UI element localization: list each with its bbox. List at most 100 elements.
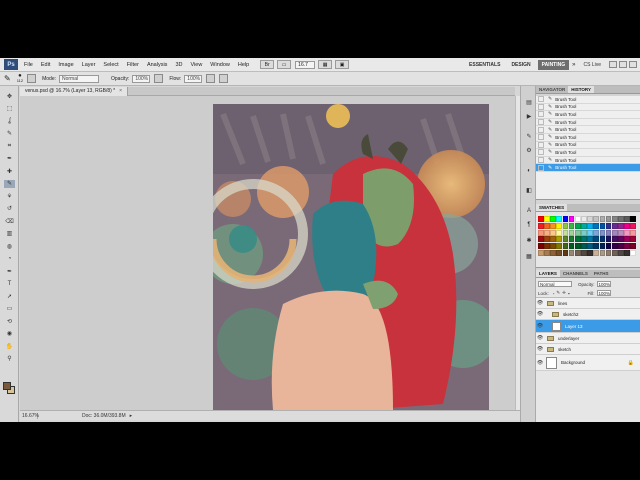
quick-select-icon[interactable]: ✎ — [4, 130, 15, 138]
color-swatch[interactable] — [556, 236, 563, 243]
workspace-design[interactable]: DESIGN — [507, 60, 534, 70]
arrange-button[interactable]: ▦ — [318, 60, 333, 69]
history-snapshot-checkbox[interactable] — [538, 96, 544, 103]
color-swatch[interactable] — [556, 243, 563, 250]
history-snapshot-checkbox[interactable] — [538, 157, 544, 164]
more-workspaces-button[interactable]: » — [572, 62, 575, 68]
3d-rotate-icon[interactable]: ⟲ — [4, 317, 15, 325]
color-swatch[interactable] — [538, 216, 544, 223]
history-item[interactable]: ✎ Brush Tool — [536, 141, 640, 150]
color-swatch[interactable] — [605, 216, 612, 223]
menu-filter[interactable]: Filter — [127, 62, 139, 68]
close-document-icon[interactable]: × — [119, 88, 122, 94]
brush-icon[interactable]: ✎ — [4, 179, 15, 188]
color-swatch[interactable] — [574, 249, 581, 256]
workspace-essentials[interactable]: ESSENTIALS — [465, 60, 504, 70]
color-swatch[interactable] — [593, 216, 600, 223]
color-swatch[interactable] — [550, 236, 556, 243]
color-swatch[interactable] — [624, 216, 630, 223]
blend-mode-select[interactable]: Normal — [538, 281, 572, 287]
color-swatch[interactable] — [599, 222, 606, 229]
status-menu-arrow[interactable]: ▸ — [130, 413, 133, 419]
history-item[interactable]: ✎ Brush Tool — [536, 134, 640, 142]
clone-source-icon[interactable]: ⚙ — [524, 146, 534, 155]
actions-panel-icon[interactable]: ▶ — [524, 112, 534, 121]
eye-icon[interactable]: 👁 — [536, 311, 544, 317]
color-swatch[interactable] — [587, 249, 593, 256]
color-swatch[interactable] — [538, 229, 544, 236]
color-swatch[interactable] — [630, 222, 636, 229]
swatches-tab-swatches[interactable]: SWATCHES — [536, 204, 568, 211]
tool-presets-icon[interactable]: ✱ — [524, 236, 534, 245]
menu-file[interactable]: File — [24, 62, 33, 68]
gradient-icon[interactable]: ▥ — [4, 230, 15, 238]
lock-image-icon[interactable]: ✎ — [556, 290, 560, 296]
lock-all-icon[interactable]: ▪ — [568, 291, 570, 296]
color-swatch[interactable] — [568, 236, 575, 243]
history-snapshot-checkbox[interactable] — [538, 119, 544, 126]
color-swatch[interactable] — [544, 236, 550, 243]
menu-analysis[interactable]: Analysis — [147, 62, 167, 68]
blur-icon[interactable]: ◍ — [4, 242, 15, 250]
color-swatch[interactable] — [550, 249, 556, 256]
color-swatch[interactable] — [630, 236, 636, 243]
eyedropper-icon[interactable]: ✒ — [4, 155, 15, 163]
menu-edit[interactable]: Edit — [41, 62, 50, 68]
layer-row-background[interactable]: 👁 Background 🔒 — [536, 355, 640, 371]
history-item[interactable]: ✎ Brush Tool — [536, 103, 640, 112]
menu-image[interactable]: Image — [58, 62, 73, 68]
color-swatch[interactable] — [538, 243, 544, 250]
layer-row-sketch2[interactable]: 👁 sketch2 — [536, 309, 640, 320]
layers-tab-layers[interactable]: LAYERS — [536, 270, 560, 277]
menu-help[interactable]: Help — [238, 62, 249, 68]
color-swatch[interactable] — [630, 229, 636, 236]
color-swatch[interactable] — [605, 249, 612, 256]
color-swatch[interactable] — [611, 249, 618, 256]
layers-tab-channels[interactable]: CHANNELS — [560, 270, 591, 277]
color-swatch[interactable] — [538, 222, 544, 229]
color-swatch[interactable] — [544, 222, 550, 229]
color-swatch[interactable] — [574, 236, 581, 243]
foreground-color-swatch[interactable] — [3, 382, 11, 390]
tablet-opacity-icon[interactable] — [154, 74, 164, 83]
color-swatch[interactable] — [587, 222, 593, 229]
color-swatch[interactable] — [581, 229, 587, 236]
color-swatch[interactable] — [605, 222, 612, 229]
move-icon[interactable]: ✥ — [4, 92, 15, 100]
color-panel-icon[interactable]: ▦ — [524, 252, 534, 261]
canvas-workspace[interactable] — [20, 96, 515, 410]
artwork-canvas[interactable] — [213, 104, 489, 410]
color-swatch[interactable] — [544, 229, 550, 236]
color-swatch[interactable] — [611, 229, 618, 236]
shape-icon[interactable]: ▭ — [4, 305, 15, 313]
airbrush-icon[interactable] — [206, 74, 216, 83]
path-select-icon[interactable]: ➚ — [4, 292, 15, 300]
color-swatch[interactable] — [568, 222, 575, 229]
character-panel-icon[interactable]: A — [524, 206, 534, 215]
history-item[interactable]: ✎ Brush Tool — [536, 126, 640, 134]
history-item[interactable]: ✎ Brush Tool — [536, 119, 640, 127]
color-swatch[interactable] — [587, 229, 593, 236]
layer-row-layer-13[interactable]: 👁 Layer 13 — [536, 320, 640, 333]
color-swatch[interactable] — [587, 236, 593, 243]
eraser-icon[interactable]: ⌫ — [4, 217, 15, 225]
color-swatch[interactable] — [574, 229, 581, 236]
layers-tab-paths[interactable]: PATHS — [591, 270, 612, 277]
color-swatch[interactable] — [544, 243, 550, 250]
color-swatch[interactable] — [562, 229, 569, 236]
3d-orbit-icon[interactable]: ◉ — [4, 330, 15, 338]
eye-icon[interactable]: 👁 — [536, 300, 544, 306]
color-swatch[interactable] — [538, 249, 544, 256]
color-swatch[interactable] — [556, 216, 563, 223]
hand-icon[interactable]: ✋ — [4, 342, 15, 350]
history-item[interactable]: ✎ Brush Tool — [536, 96, 640, 104]
color-swatch[interactable] — [630, 216, 636, 223]
color-swatch[interactable] — [556, 249, 563, 256]
color-swatch[interactable] — [568, 229, 575, 236]
minimize-button[interactable] — [609, 61, 617, 68]
layer-opacity-field[interactable]: 100% — [596, 281, 611, 287]
color-swatch[interactable] — [611, 222, 618, 229]
layer-row-underlayer[interactable]: 👁 underlayer — [536, 333, 640, 344]
color-swatch[interactable] — [574, 222, 581, 229]
color-swatch[interactable] — [562, 243, 569, 250]
